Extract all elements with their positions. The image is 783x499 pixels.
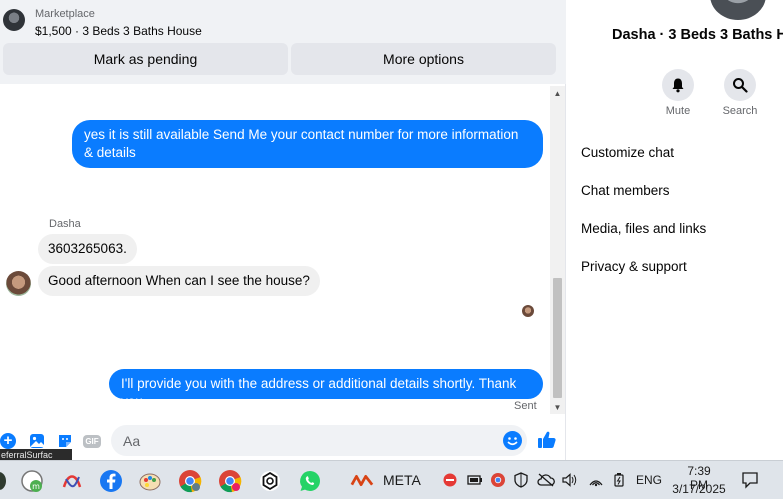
outgoing-message[interactable]: I'll provide you with the address or add… [109,369,543,409]
scroll-up-arrow-icon[interactable]: ▲ [550,86,565,100]
chatgpt-icon[interactable] [258,469,282,493]
scroll-down-arrow-icon[interactable]: ▼ [550,400,565,414]
meta-icon[interactable] [350,469,374,493]
speaker-icon[interactable] [561,471,579,489]
more-options-button[interactable]: More options [291,43,556,75]
paint-icon[interactable] [138,469,162,493]
scrollbar-thumb[interactable] [553,278,562,398]
listing-title[interactable]: $1,500 · 3 Beds 3 Baths House [35,24,202,38]
chat-pane: Marketplace $1,500 · 3 Beds 3 Baths Hous… [0,0,566,461]
menu-privacy-support[interactable]: Privacy & support [581,259,687,274]
search-icon[interactable] [724,69,756,101]
menu-customize-chat[interactable]: Customize chat [581,145,674,160]
chat-scrollbar[interactable]: ▲ ▼ [550,86,565,414]
clock-date[interactable]: 3/17/2025 [672,482,726,496]
message-composer: + GIF [0,424,566,458]
bell-icon[interactable] [662,69,694,101]
search-label: Search [722,105,758,117]
app-icon[interactable] [0,472,6,490]
chrome-tray-icon[interactable] [489,471,507,489]
gif-icon[interactable]: GIF [82,431,102,451]
mark-as-pending-button[interactable]: Mark as pending [3,43,288,75]
chrome-profile-icon[interactable] [218,469,242,493]
facebook-icon[interactable] [99,469,123,493]
battery-charging-icon[interactable] [610,471,628,489]
meta-label[interactable]: META [383,472,421,488]
incoming-message[interactable]: 3603265063. [38,234,137,264]
messenger-icon[interactable]: m [20,469,44,493]
contact-name: Dasha · 3 Beds 3 Baths House [612,27,783,43]
language-indicator[interactable]: ENG [636,473,662,487]
wifi-icon[interactable] [587,471,605,489]
listing-thumbnail[interactable] [3,9,25,31]
chrome-icon[interactable] [178,469,202,493]
sender-name: Dasha [49,218,81,230]
outgoing-message[interactable]: yes it is still available Send Me your c… [72,120,543,168]
search-action[interactable]: Search [718,69,762,117]
menu-chat-members[interactable]: Chat members [581,183,670,198]
paint-3d-icon[interactable] [60,469,84,493]
incoming-message[interactable]: Good afternoon When can I see the house? [38,266,320,296]
notification-icon[interactable] [741,471,759,489]
windows-taskbar: m META ENG 7:39 PM 3/17/2025 [0,460,783,499]
mute-action[interactable]: Mute [656,69,700,117]
listing-header: Marketplace $1,500 · 3 Beds 3 Baths Hous… [0,0,566,84]
read-receipt-avatar [522,305,534,317]
message-input[interactable] [111,425,527,456]
battery-icon[interactable] [466,471,484,489]
menu-media-files-links[interactable]: Media, files and links [581,221,706,236]
marketplace-label: Marketplace [35,8,95,20]
svg-text:m: m [32,482,40,491]
sender-avatar[interactable] [6,271,31,296]
message-status: Sent [514,400,537,412]
whatsapp-icon[interactable] [298,469,322,493]
stop-sign-icon[interactable] [441,471,459,489]
shield-icon[interactable] [512,471,530,489]
emoji-icon[interactable] [503,431,522,450]
message-list: yes it is still available Send Me your c… [0,86,550,416]
sticker-icon[interactable] [55,431,75,451]
attach-image-icon[interactable] [27,431,47,451]
cloud-offline-icon[interactable] [537,471,555,489]
mute-label: Mute [665,105,691,117]
chat-info-panel: Dasha · 3 Beds 3 Baths House Mute Search… [567,0,783,460]
thumbs-up-icon[interactable] [537,429,557,451]
profile-photo[interactable] [710,0,766,20]
plus-icon[interactable]: + [0,431,18,451]
